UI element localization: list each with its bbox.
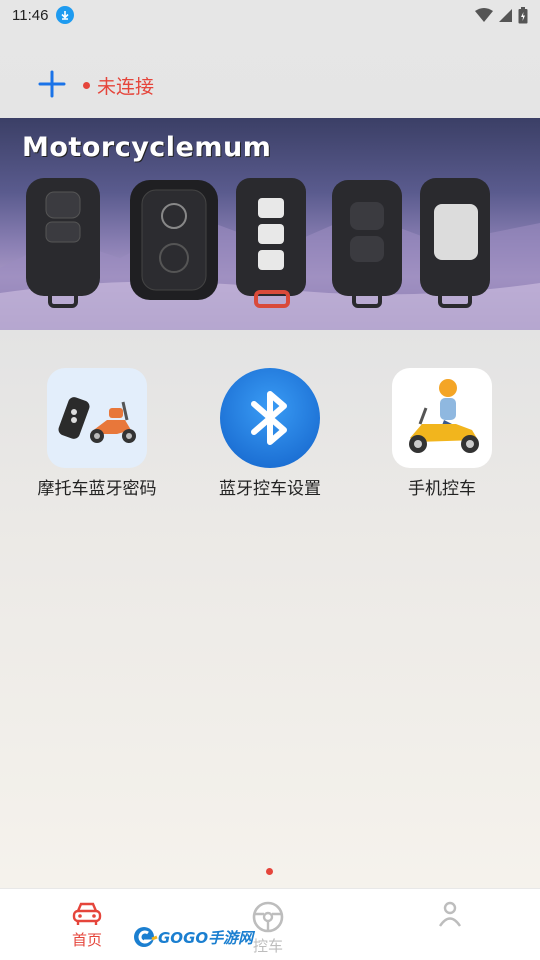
- steering-wheel-icon: [252, 901, 284, 933]
- car-icon: [72, 902, 102, 925]
- status-time: 11:46: [12, 6, 49, 24]
- bluetooth-icon: [220, 368, 320, 468]
- status-dot: [83, 82, 90, 89]
- function-grid: 摩托车蓝牙密码 蓝牙控车设置 手机控车: [0, 368, 540, 508]
- battery-icon: [518, 6, 528, 23]
- connection-status-text: 未连接: [97, 77, 155, 98]
- scooter-key-icon: [47, 368, 147, 468]
- wifi-icon: [475, 7, 493, 22]
- func-label: 蓝牙控车设置: [219, 479, 321, 498]
- user-icon: [439, 901, 461, 927]
- watermark: GOGO手游网: [132, 925, 253, 949]
- func-phone-control[interactable]: 手机控车: [357, 368, 527, 499]
- connection-status: 未连接: [83, 72, 154, 99]
- signal-icon: [499, 8, 512, 22]
- func-label: 手机控车: [408, 479, 476, 498]
- nav-home[interactable]: 首页: [72, 901, 102, 950]
- nav-label: 控车: [252, 938, 283, 955]
- rider-icon: [392, 368, 492, 468]
- func-bluetooth-password[interactable]: 摩托车蓝牙密码: [12, 368, 182, 499]
- func-bluetooth-settings[interactable]: 蓝牙控车设置: [185, 368, 355, 499]
- gogo-logo-icon: [134, 927, 158, 947]
- download-icon: [56, 6, 75, 24]
- page-indicator: [266, 868, 273, 875]
- nav-profile[interactable]: [438, 901, 462, 929]
- header: 未连接: [0, 60, 540, 110]
- watermark-text: GOGO手游网: [158, 928, 254, 947]
- banner[interactable]: Motorcyclemum: [0, 118, 540, 330]
- bottom-nav: 首页 控车 GOGO手游网: [0, 888, 540, 960]
- nav-label: 首页: [72, 932, 103, 949]
- plus-icon: [38, 70, 66, 98]
- nav-control[interactable]: 控车: [251, 901, 285, 956]
- add-device-button[interactable]: [38, 70, 66, 98]
- banner-title: Motorcyclemum: [22, 132, 272, 163]
- status-bar: 11:46: [0, 0, 540, 30]
- func-label: 摩托车蓝牙密码: [37, 479, 157, 498]
